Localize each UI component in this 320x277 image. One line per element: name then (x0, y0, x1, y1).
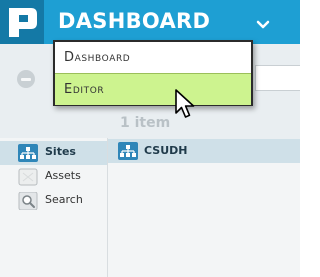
list-item[interactable]: CSUDH (108, 139, 300, 163)
list-header: 1 item (108, 109, 300, 139)
mouse-cursor-icon (175, 89, 195, 118)
magnifier-icon (18, 192, 38, 210)
sidebar-item-label: Search (45, 193, 83, 206)
assets-icon (18, 168, 38, 186)
sidebar-header (0, 114, 108, 138)
sitemap-icon (18, 144, 38, 162)
dashboard-menu: Dashboard Editor (53, 40, 253, 106)
list-item-label: CSUDH (144, 144, 188, 157)
search-input[interactable] (255, 65, 300, 91)
sidebar-item-assets[interactable]: Assets (0, 165, 107, 189)
item-count: 1 item (120, 115, 171, 131)
minus-circle-icon[interactable] (17, 70, 35, 88)
menu-item-editor[interactable]: Editor (55, 73, 251, 105)
menu-item-label: Dashboard (64, 50, 131, 65)
sidebar: Sites Assets Search (0, 114, 108, 277)
list-body: CSUDH (108, 139, 300, 277)
menu-item-dashboard[interactable]: Dashboard (55, 42, 251, 73)
sidebar-item-search[interactable]: Search (0, 189, 107, 213)
chevron-down-icon[interactable] (255, 16, 271, 32)
page-title[interactable]: DASHBOARD (58, 9, 210, 33)
p-logo-icon[interactable] (0, 0, 44, 44)
top-bar: DASHBOARD (0, 0, 300, 44)
sitemap-icon (118, 142, 138, 160)
sidebar-item-label: Assets (45, 169, 81, 182)
sidebar-item-label: Sites (45, 145, 76, 158)
menu-item-label: Editor (64, 82, 105, 97)
sidebar-item-sites[interactable]: Sites (0, 141, 107, 165)
